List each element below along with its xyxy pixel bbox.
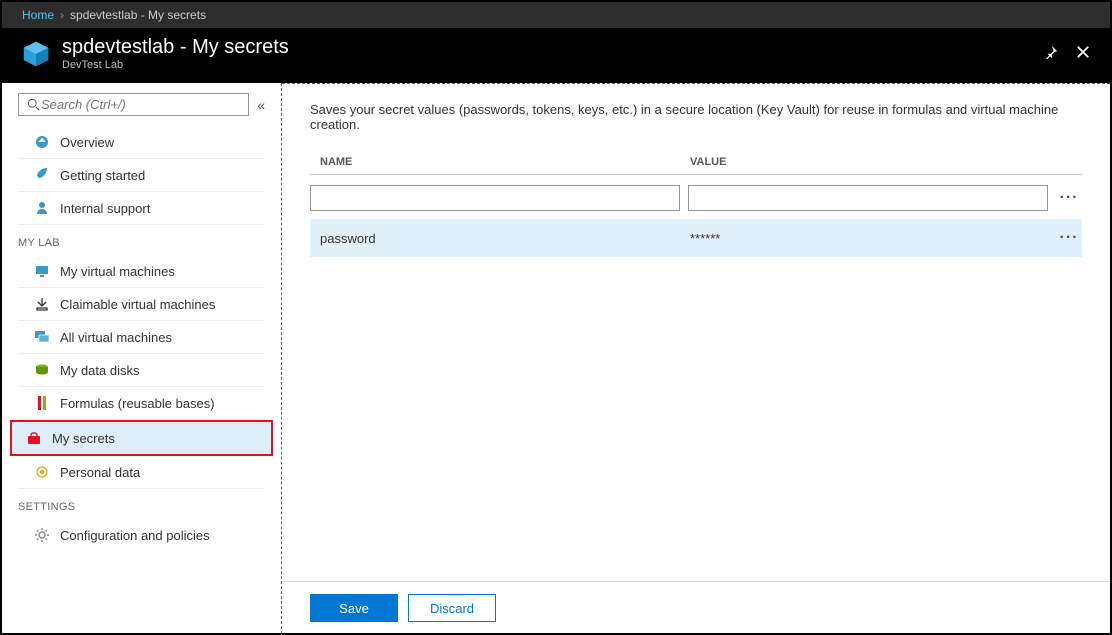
breadcrumb: Home › spdevtestlab - My secrets [2,2,1110,28]
sidebar-item-getting-started[interactable]: Getting started [18,159,265,192]
devtestlab-icon [22,40,50,68]
close-icon[interactable] [1076,44,1090,64]
rocket-icon [34,167,50,183]
sidebar-item-label: My data disks [60,363,139,378]
main-pane: Saves your secret values (passwords, tok… [282,83,1110,634]
formula-icon [34,395,50,411]
support-icon [34,200,50,216]
gear-icon [34,527,50,543]
footer-bar: Save Discard [282,581,1110,634]
blade-header: spdevtestlab - My secrets DevTest Lab [2,28,1110,83]
sidebar-item-label: Personal data [60,465,140,480]
section-label-settings: SETTINGS [2,489,281,519]
sidebar: « Overview Getting started Internal supp… [2,83,282,634]
pin-icon[interactable] [1044,44,1058,64]
vm-icon [34,263,50,279]
overview-icon [34,134,50,150]
new-secret-row: ··· [310,185,1082,211]
sidebar-item-label: Getting started [60,168,145,183]
secrets-icon [26,430,42,446]
pane-description: Saves your secret values (passwords, tok… [310,102,1082,132]
search-box[interactable] [18,93,249,116]
sidebar-item-all-vms[interactable]: All virtual machines [18,321,265,354]
sidebar-item-personal-data[interactable]: Personal data [18,456,265,489]
claim-icon [34,296,50,312]
disk-icon [34,362,50,378]
discard-button[interactable]: Discard [408,594,496,622]
personal-icon [34,464,50,480]
sidebar-item-overview[interactable]: Overview [18,126,265,159]
secret-row[interactable]: password ****** ··· [310,219,1082,257]
breadcrumb-home[interactable]: Home [22,8,54,22]
sidebar-item-data-disks[interactable]: My data disks [18,354,265,387]
sidebar-item-label: Overview [60,135,114,150]
sidebar-item-my-secrets[interactable]: My secrets [10,420,273,456]
sidebar-item-label: Internal support [60,201,150,216]
blade-subtitle: DevTest Lab [62,59,1044,71]
secret-name-cell: password [310,231,690,246]
collapse-sidebar-icon[interactable]: « [257,97,265,113]
breadcrumb-separator: › [60,8,64,22]
search-icon [27,98,41,112]
sidebar-item-label: All virtual machines [60,330,172,345]
sidebar-item-config-policies[interactable]: Configuration and policies [18,519,265,551]
grid-header: NAME VALUE [310,156,1082,175]
sidebar-item-label: Claimable virtual machines [60,297,215,312]
sidebar-item-claimable-vms[interactable]: Claimable virtual machines [18,288,265,321]
search-input[interactable] [41,97,240,112]
sidebar-item-label: My virtual machines [60,264,175,279]
secret-value-cell: ****** [690,231,1056,246]
secret-value-input[interactable] [688,185,1048,211]
section-label-mylab: MY LAB [2,225,281,255]
sidebar-item-label: Formulas (reusable bases) [60,396,215,411]
column-header-value: VALUE [690,156,1042,168]
sidebar-item-formulas[interactable]: Formulas (reusable bases) [18,387,265,420]
column-header-name: NAME [310,156,690,168]
row-actions-icon[interactable]: ··· [1056,189,1082,207]
allvm-icon [34,329,50,345]
blade-title: spdevtestlab - My secrets [62,36,1044,59]
row-actions-icon[interactable]: ··· [1056,229,1082,247]
sidebar-item-label: Configuration and policies [60,528,210,543]
sidebar-item-my-vms[interactable]: My virtual machines [18,255,265,288]
secret-name-input[interactable] [310,185,680,211]
sidebar-item-internal-support[interactable]: Internal support [18,192,265,225]
save-button[interactable]: Save [310,594,398,622]
sidebar-item-label: My secrets [52,431,115,446]
breadcrumb-current: spdevtestlab - My secrets [70,8,206,22]
